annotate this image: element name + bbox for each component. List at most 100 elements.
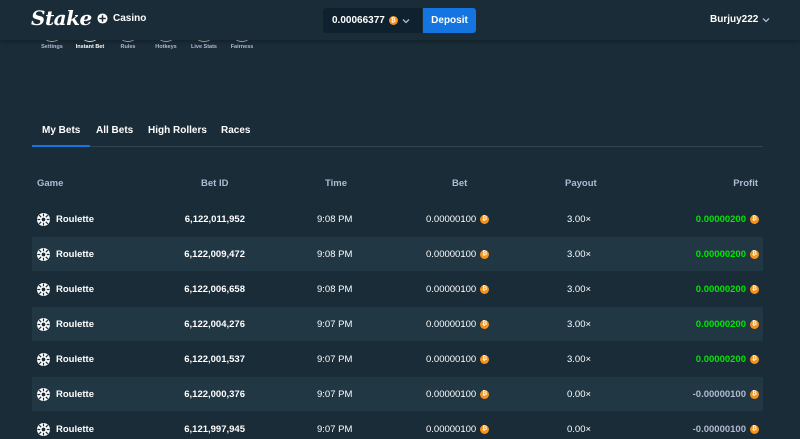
bitcoin-icon: ₿	[750, 284, 759, 294]
deposit-button[interactable]: Deposit	[423, 8, 476, 33]
table-row[interactable]: Roulette 6,122,009,472 9:08 PM 0.00000100 ₿ 3…	[32, 237, 763, 271]
payout-multiplier: 3.00×	[567, 318, 592, 330]
bitcoin-icon: ₿	[750, 249, 759, 259]
top-navigation-bar: Stake Casino 0.00066377 ₿ Deposit Burjuy…	[0, 0, 800, 40]
profit-amount: 0.00000200	[695, 248, 746, 260]
settings-label: Settings	[41, 44, 63, 50]
bet-amount-cell: 0.00000100 ₿	[426, 412, 490, 439]
bitcoin-icon: ₿	[480, 214, 490, 224]
bet-amount: 0.00000100	[426, 318, 477, 330]
bitcoin-icon: ₿	[750, 389, 759, 399]
bitcoin-icon: ₿	[480, 354, 490, 364]
payout-multiplier: 3.00×	[567, 353, 592, 365]
bet-id-link[interactable]: 6,122,000,376	[32, 377, 245, 411]
profit-cell: -0.00000100 ₿	[693, 377, 759, 411]
bitcoin-icon: ₿	[480, 249, 490, 259]
bitcoin-icon: ₿	[480, 424, 490, 434]
table-row[interactable]: Roulette 6,122,011,952 9:08 PM 0.00000100 ₿ 3…	[32, 202, 763, 236]
hotkeys-label: Hotkeys	[155, 44, 177, 50]
tab-all-bets[interactable]: All Bets	[96, 125, 133, 147]
column-header-profit: Profit	[733, 178, 758, 189]
profit-cell: -0.00000100 ₿	[693, 412, 759, 439]
profit-amount: 0.00000200	[695, 353, 746, 365]
profit-cell: 0.00000200 ₿	[696, 272, 759, 306]
table-row[interactable]: Roulette 6,122,001,537 9:07 PM 0.00000100 ₿ 3…	[32, 342, 763, 376]
live-stats-label: Live Stats	[191, 44, 217, 50]
bet-amount-cell: 0.00000100 ₿	[426, 307, 490, 341]
tab-races[interactable]: Races	[221, 125, 250, 147]
table-header: Game Bet ID Time Bet Payout Profit	[32, 178, 763, 192]
column-header-bet-id: Bet ID	[201, 178, 229, 189]
column-header-time: Time	[325, 178, 348, 189]
stake-logo[interactable]: Stake	[31, 6, 92, 30]
bet-amount-cell: 0.00000100 ₿	[426, 342, 490, 376]
bet-id-link[interactable]: 6,122,006,658	[32, 272, 245, 306]
bitcoin-icon: ₿	[750, 214, 759, 224]
column-header-payout: Payout	[565, 178, 597, 189]
bet-time: 9:07 PM	[317, 318, 353, 330]
payout-multiplier: 0.00×	[567, 423, 592, 435]
bet-id-link[interactable]: 6,122,001,537	[32, 342, 245, 376]
bet-time: 9:08 PM	[317, 283, 353, 295]
bet-id-link[interactable]: 6,122,004,276	[32, 307, 245, 341]
bitcoin-icon: ₿	[388, 16, 398, 25]
rules-label: Rules	[120, 44, 136, 50]
bet-amount-cell: 0.00000100 ₿	[426, 272, 490, 306]
table-row[interactable]: Roulette 6,122,006,658 9:08 PM 0.00000100 ₿ 3…	[32, 272, 763, 306]
profit-cell: 0.00000200 ₿	[696, 237, 759, 271]
bet-amount: 0.00000100	[426, 213, 477, 225]
table-row[interactable]: Roulette 6,122,004,276 9:07 PM 0.00000100 ₿ 3…	[32, 307, 763, 341]
bet-time: 9:08 PM	[317, 248, 353, 260]
bet-amount-cell: 0.00000100 ₿	[426, 237, 490, 271]
bet-amount-cell: 0.00000100 ₿	[426, 202, 490, 236]
bet-time: 9:08 PM	[317, 213, 353, 225]
profit-amount: 0.00000200	[695, 318, 746, 330]
casino-chip-icon	[97, 13, 108, 24]
bet-amount-cell: 0.00000100 ₿	[426, 377, 490, 411]
tab-my-bets[interactable]: My Bets	[32, 125, 91, 147]
profit-amount: -0.00000100	[692, 423, 746, 435]
profit-cell: 0.00000200 ₿	[696, 202, 759, 236]
table-row[interactable]: Roulette 6,122,000,376 9:07 PM 0.00000100 ₿ 0…	[32, 377, 763, 411]
bets-tabs: My Bets All Bets High Rollers Races	[32, 118, 763, 147]
profit-cell: 0.00000200 ₿	[696, 342, 759, 376]
bet-amount: 0.00000100	[426, 283, 477, 295]
user-menu[interactable]: Burjuy222	[710, 14, 770, 25]
column-header-bet: Bet	[452, 178, 468, 189]
casino-nav-link[interactable]: Casino	[97, 13, 146, 24]
bet-amount: 0.00000100	[426, 248, 477, 260]
profit-cell: 0.00000200 ₿	[696, 307, 759, 341]
bet-time: 9:07 PM	[317, 353, 353, 365]
fairness-label: Fairness	[230, 44, 254, 50]
profit-amount: -0.00000100	[692, 388, 746, 400]
payout-multiplier: 3.00×	[567, 248, 592, 260]
chevron-down-icon	[402, 18, 410, 23]
bitcoin-icon: ₿	[480, 284, 490, 294]
bitcoin-icon: ₿	[750, 354, 759, 364]
bet-id-link[interactable]: 6,121,997,945	[32, 412, 245, 439]
balance-amount: 0.00066377	[332, 15, 385, 26]
column-header-game: Game	[37, 178, 64, 189]
instant-bet-label: Instant Bet	[75, 44, 105, 50]
bitcoin-icon: ₿	[750, 319, 759, 329]
chevron-down-icon	[762, 17, 770, 22]
payout-multiplier: 0.00×	[567, 388, 592, 400]
bet-amount: 0.00000100	[426, 388, 477, 400]
tab-high-rollers[interactable]: High Rollers	[148, 125, 207, 147]
bet-id-link[interactable]: 6,122,011,952	[32, 202, 245, 236]
bet-time: 9:07 PM	[317, 423, 353, 435]
profit-amount: 0.00000200	[695, 213, 746, 225]
bitcoin-icon: ₿	[480, 319, 490, 329]
bet-id-link[interactable]: 6,122,009,472	[32, 237, 245, 271]
bitcoin-icon: ₿	[480, 389, 490, 399]
bet-amount: 0.00000100	[426, 353, 477, 365]
profit-amount: 0.00000200	[695, 283, 746, 295]
bitcoin-icon: ₿	[750, 424, 759, 434]
bet-amount: 0.00000100	[426, 423, 477, 435]
bet-time: 9:07 PM	[317, 388, 353, 400]
casino-label: Casino	[113, 13, 147, 24]
payout-multiplier: 3.00×	[567, 213, 592, 225]
wallet-balance-selector[interactable]: 0.00066377 ₿	[323, 8, 422, 33]
username: Burjuy222	[710, 14, 759, 25]
table-row[interactable]: Roulette 6,121,997,945 9:07 PM 0.00000100 ₿ 0…	[32, 412, 763, 439]
